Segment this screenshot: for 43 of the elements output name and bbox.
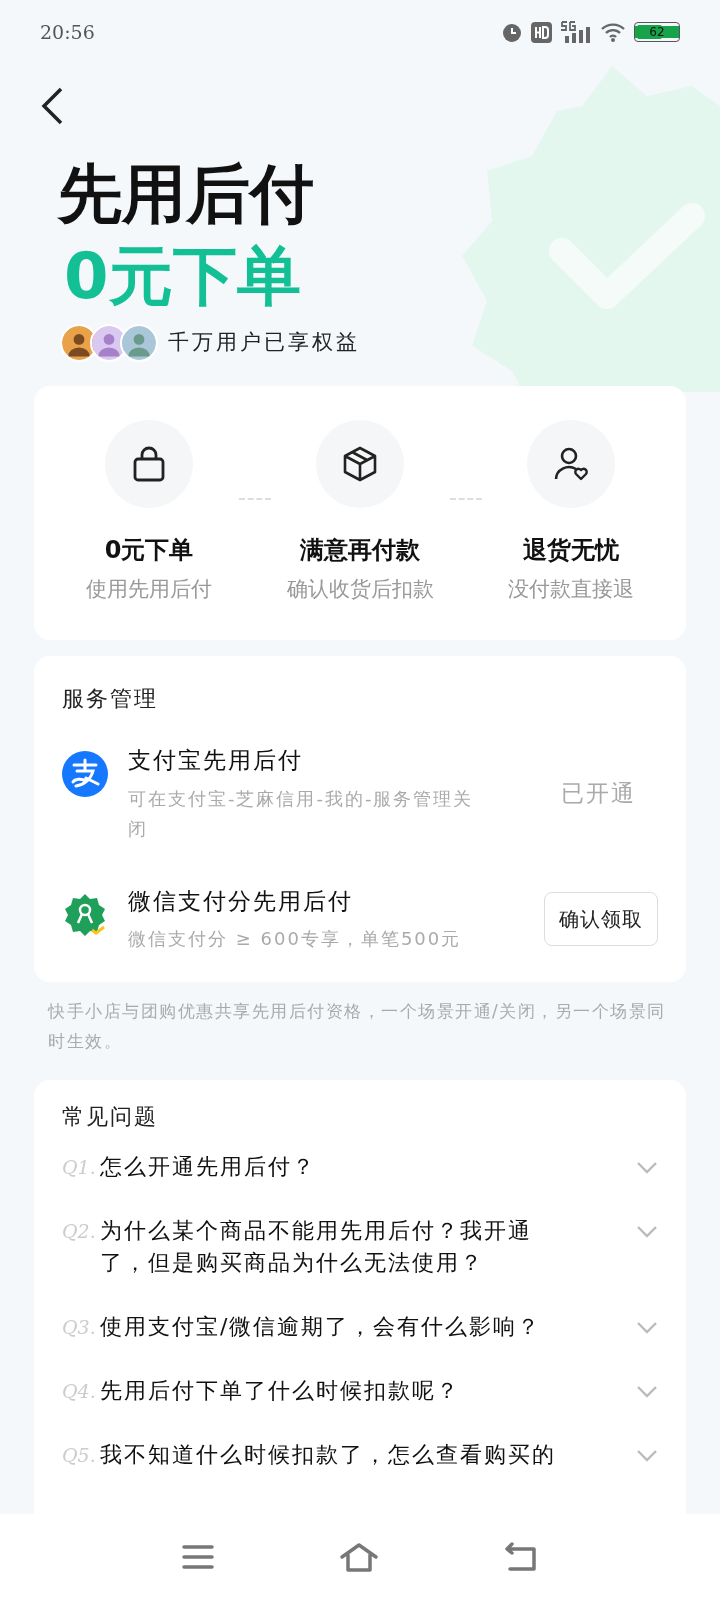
hd-icon: [531, 21, 552, 43]
alipay-logo-icon: [62, 751, 108, 797]
home-icon: [339, 1542, 379, 1572]
status-time: 20:56: [40, 19, 95, 45]
users-text: 千万用户已享权益: [168, 329, 360, 357]
chevron-down-icon: [636, 1321, 658, 1335]
feature-description: 使用先用后付: [86, 576, 212, 603]
service-name: 微信支付分先用后付: [128, 886, 354, 916]
alarm-icon: [501, 21, 523, 43]
chevron-down-icon: [636, 1385, 658, 1399]
service-status: 已开通: [561, 780, 636, 806]
section-title: 常见问题: [62, 1103, 159, 1131]
back-icon: [40, 87, 64, 125]
chevron-down-icon: [636, 1225, 658, 1239]
feature-title: 满意再付款: [300, 535, 420, 566]
service-description: 微信支付分 ≥ 600专享，单笔500元: [128, 927, 463, 951]
return-icon: [503, 1542, 538, 1572]
hero-subtitle: 0元下单: [64, 240, 302, 312]
wifi-icon: [600, 22, 626, 42]
feature-title: 0元下单: [104, 535, 194, 566]
feature-description: 没付款直接退: [508, 576, 634, 603]
box-icon: [341, 445, 379, 483]
service-name: 支付宝先用后付: [128, 746, 304, 775]
question-text: 先用后付下单了什么时候扣款呢？: [100, 1377, 461, 1405]
service-description: 可在支付宝-芝麻信用-我的-服务管理关闭: [128, 786, 475, 841]
chevron-down-icon: [636, 1449, 658, 1463]
confirm-button[interactable]: 确认领取: [544, 891, 658, 946]
cellular-signal-icon: [560, 20, 592, 44]
badge-check-icon: [62, 891, 108, 938]
question-text: 为什么某个商品不能用先用后付？我开通了，但是购买商品为什么无法使用？: [100, 1217, 533, 1277]
hero-title: 先用后付: [58, 158, 315, 230]
feature-description: 确认收货后扣款: [286, 576, 434, 603]
avatar: [120, 324, 158, 362]
menu-icon: [182, 1544, 215, 1570]
question-text: 怎么开通先用后付？: [100, 1153, 317, 1181]
feature-title: 退货无忧: [523, 535, 619, 566]
question-text: 我不知道什么时候扣款了，怎么查看购买的: [100, 1441, 557, 1469]
battery-level: 62: [635, 26, 679, 38]
user-heart-icon: [552, 445, 590, 483]
note-text: 快手小店与团购优惠共享先用后付资格，一个场景开通/关闭，另一个场景同时生效。: [48, 1000, 667, 1053]
chevron-down-icon: [636, 1161, 658, 1175]
question-text: 使用支付宝/微信逾期了，会有什么影响？: [100, 1313, 543, 1341]
section-title: 服务管理: [62, 685, 159, 713]
